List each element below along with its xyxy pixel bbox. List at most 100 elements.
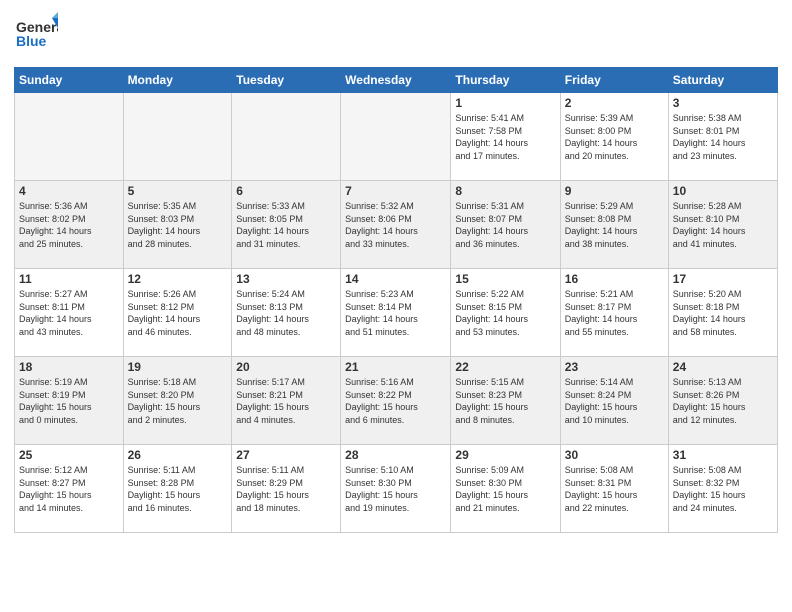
day-number: 13	[236, 272, 336, 286]
logo: General Blue	[14, 10, 58, 59]
day-info: Sunrise: 5:36 AM Sunset: 8:02 PM Dayligh…	[19, 200, 119, 250]
day-number: 3	[673, 96, 773, 110]
day-info: Sunrise: 5:20 AM Sunset: 8:18 PM Dayligh…	[673, 288, 773, 338]
calendar-cell: 1 Sunrise: 5:41 AM Sunset: 7:58 PM Daylig…	[451, 93, 560, 181]
day-number: 30	[565, 448, 664, 462]
calendar-header-row: SundayMondayTuesdayWednesdayThursdayFrid…	[15, 68, 778, 93]
day-number: 14	[345, 272, 446, 286]
day-info: Sunrise: 5:14 AM Sunset: 8:24 PM Dayligh…	[565, 376, 664, 426]
calendar-week-row: 4 Sunrise: 5:36 AM Sunset: 8:02 PM Daylig…	[15, 181, 778, 269]
calendar-cell	[15, 93, 124, 181]
calendar-cell: 27 Sunrise: 5:11 AM Sunset: 8:29 PM Dayli…	[232, 445, 341, 533]
day-info: Sunrise: 5:10 AM Sunset: 8:30 PM Dayligh…	[345, 464, 446, 514]
day-info: Sunrise: 5:26 AM Sunset: 8:12 PM Dayligh…	[128, 288, 228, 338]
calendar-cell: 2 Sunrise: 5:39 AM Sunset: 8:00 PM Daylig…	[560, 93, 668, 181]
day-info: Sunrise: 5:18 AM Sunset: 8:20 PM Dayligh…	[128, 376, 228, 426]
day-info: Sunrise: 5:33 AM Sunset: 8:05 PM Dayligh…	[236, 200, 336, 250]
day-of-week-header: Thursday	[451, 68, 560, 93]
calendar-cell: 9Sunrise: 5:29 AM Sunset: 8:08 PM Daylig…	[560, 181, 668, 269]
calendar-cell: 8Sunrise: 5:31 AM Sunset: 8:07 PM Daylig…	[451, 181, 560, 269]
calendar-cell: 16Sunrise: 5:21 AM Sunset: 8:17 PM Dayli…	[560, 269, 668, 357]
day-number: 17	[673, 272, 773, 286]
day-info: Sunrise: 5:22 AM Sunset: 8:15 PM Dayligh…	[455, 288, 555, 338]
calendar-cell: 23 Sunrise: 5:14 AM Sunset: 8:24 PM Dayli…	[560, 357, 668, 445]
day-number: 8	[455, 184, 555, 198]
day-info: Sunrise: 5:23 AM Sunset: 8:14 PM Dayligh…	[345, 288, 446, 338]
day-info: Sunrise: 5:08 AM Sunset: 8:32 PM Dayligh…	[673, 464, 773, 514]
day-number: 11	[19, 272, 119, 286]
day-info: Sunrise: 5:32 AM Sunset: 8:06 PM Dayligh…	[345, 200, 446, 250]
calendar-cell: 6 Sunrise: 5:33 AM Sunset: 8:05 PM Daylig…	[232, 181, 341, 269]
calendar-cell: 28 Sunrise: 5:10 AM Sunset: 8:30 PM Dayli…	[341, 445, 451, 533]
day-number: 24	[673, 360, 773, 374]
day-number: 19	[128, 360, 228, 374]
day-number: 28	[345, 448, 446, 462]
calendar-cell: 30Sunrise: 5:08 AM Sunset: 8:31 PM Dayli…	[560, 445, 668, 533]
day-number: 6	[236, 184, 336, 198]
day-number: 9	[565, 184, 664, 198]
calendar-week-row: 18Sunrise: 5:19 AM Sunset: 8:19 PM Dayli…	[15, 357, 778, 445]
day-info: Sunrise: 5:38 AM Sunset: 8:01 PM Dayligh…	[673, 112, 773, 162]
logo-icon: General Blue	[14, 10, 58, 54]
day-of-week-header: Monday	[123, 68, 232, 93]
day-number: 31	[673, 448, 773, 462]
calendar-week-row: 25 Sunrise: 5:12 AM Sunset: 8:27 PM Dayli…	[15, 445, 778, 533]
day-info: Sunrise: 5:19 AM Sunset: 8:19 PM Dayligh…	[19, 376, 119, 426]
calendar-cell: 17 Sunrise: 5:20 AM Sunset: 8:18 PM Dayli…	[668, 269, 777, 357]
calendar-week-row: 1 Sunrise: 5:41 AM Sunset: 7:58 PM Daylig…	[15, 93, 778, 181]
page: General Blue SundayMondayTuesdayWednesda…	[0, 0, 792, 612]
day-number: 15	[455, 272, 555, 286]
day-of-week-header: Wednesday	[341, 68, 451, 93]
day-of-week-header: Saturday	[668, 68, 777, 93]
calendar-cell: 21 Sunrise: 5:16 AM Sunset: 8:22 PM Dayli…	[341, 357, 451, 445]
day-number: 23	[565, 360, 664, 374]
day-info: Sunrise: 5:11 AM Sunset: 8:29 PM Dayligh…	[236, 464, 336, 514]
calendar-cell	[341, 93, 451, 181]
day-info: Sunrise: 5:13 AM Sunset: 8:26 PM Dayligh…	[673, 376, 773, 426]
calendar-cell: 31 Sunrise: 5:08 AM Sunset: 8:32 PM Dayli…	[668, 445, 777, 533]
day-number: 29	[455, 448, 555, 462]
day-number: 5	[128, 184, 228, 198]
day-number: 1	[455, 96, 555, 110]
calendar-cell: 29 Sunrise: 5:09 AM Sunset: 8:30 PM Dayli…	[451, 445, 560, 533]
day-info: Sunrise: 5:17 AM Sunset: 8:21 PM Dayligh…	[236, 376, 336, 426]
day-number: 10	[673, 184, 773, 198]
header: General Blue	[14, 10, 778, 59]
day-number: 22	[455, 360, 555, 374]
day-number: 26	[128, 448, 228, 462]
calendar-cell: 5Sunrise: 5:35 AM Sunset: 8:03 PM Daylig…	[123, 181, 232, 269]
day-number: 2	[565, 96, 664, 110]
day-number: 4	[19, 184, 119, 198]
calendar-cell: 19 Sunrise: 5:18 AM Sunset: 8:20 PM Dayli…	[123, 357, 232, 445]
day-info: Sunrise: 5:12 AM Sunset: 8:27 PM Dayligh…	[19, 464, 119, 514]
day-info: Sunrise: 5:09 AM Sunset: 8:30 PM Dayligh…	[455, 464, 555, 514]
day-number: 25	[19, 448, 119, 462]
calendar-week-row: 11 Sunrise: 5:27 AM Sunset: 8:11 PM Dayli…	[15, 269, 778, 357]
day-info: Sunrise: 5:15 AM Sunset: 8:23 PM Dayligh…	[455, 376, 555, 426]
day-of-week-header: Friday	[560, 68, 668, 93]
day-info: Sunrise: 5:16 AM Sunset: 8:22 PM Dayligh…	[345, 376, 446, 426]
calendar-cell: 18Sunrise: 5:19 AM Sunset: 8:19 PM Dayli…	[15, 357, 124, 445]
calendar-cell	[123, 93, 232, 181]
calendar-cell: 11 Sunrise: 5:27 AM Sunset: 8:11 PM Dayli…	[15, 269, 124, 357]
calendar-cell: 26 Sunrise: 5:11 AM Sunset: 8:28 PM Dayli…	[123, 445, 232, 533]
svg-text:Blue: Blue	[16, 33, 47, 49]
day-of-week-header: Sunday	[15, 68, 124, 93]
calendar-cell: 7 Sunrise: 5:32 AM Sunset: 8:06 PM Daylig…	[341, 181, 451, 269]
day-number: 27	[236, 448, 336, 462]
day-number: 21	[345, 360, 446, 374]
day-of-week-header: Tuesday	[232, 68, 341, 93]
calendar-cell: 25 Sunrise: 5:12 AM Sunset: 8:27 PM Dayli…	[15, 445, 124, 533]
calendar: SundayMondayTuesdayWednesdayThursdayFrid…	[14, 67, 778, 533]
day-info: Sunrise: 5:11 AM Sunset: 8:28 PM Dayligh…	[128, 464, 228, 514]
calendar-cell: 14 Sunrise: 5:23 AM Sunset: 8:14 PM Dayli…	[341, 269, 451, 357]
day-info: Sunrise: 5:41 AM Sunset: 7:58 PM Dayligh…	[455, 112, 555, 162]
calendar-cell: 24 Sunrise: 5:13 AM Sunset: 8:26 PM Dayli…	[668, 357, 777, 445]
day-info: Sunrise: 5:21 AM Sunset: 8:17 PM Dayligh…	[565, 288, 664, 338]
day-info: Sunrise: 5:39 AM Sunset: 8:00 PM Dayligh…	[565, 112, 664, 162]
calendar-cell: 10Sunrise: 5:28 AM Sunset: 8:10 PM Dayli…	[668, 181, 777, 269]
calendar-cell: 13Sunrise: 5:24 AM Sunset: 8:13 PM Dayli…	[232, 269, 341, 357]
calendar-cell: 12Sunrise: 5:26 AM Sunset: 8:12 PM Dayli…	[123, 269, 232, 357]
day-number: 7	[345, 184, 446, 198]
day-info: Sunrise: 5:27 AM Sunset: 8:11 PM Dayligh…	[19, 288, 119, 338]
